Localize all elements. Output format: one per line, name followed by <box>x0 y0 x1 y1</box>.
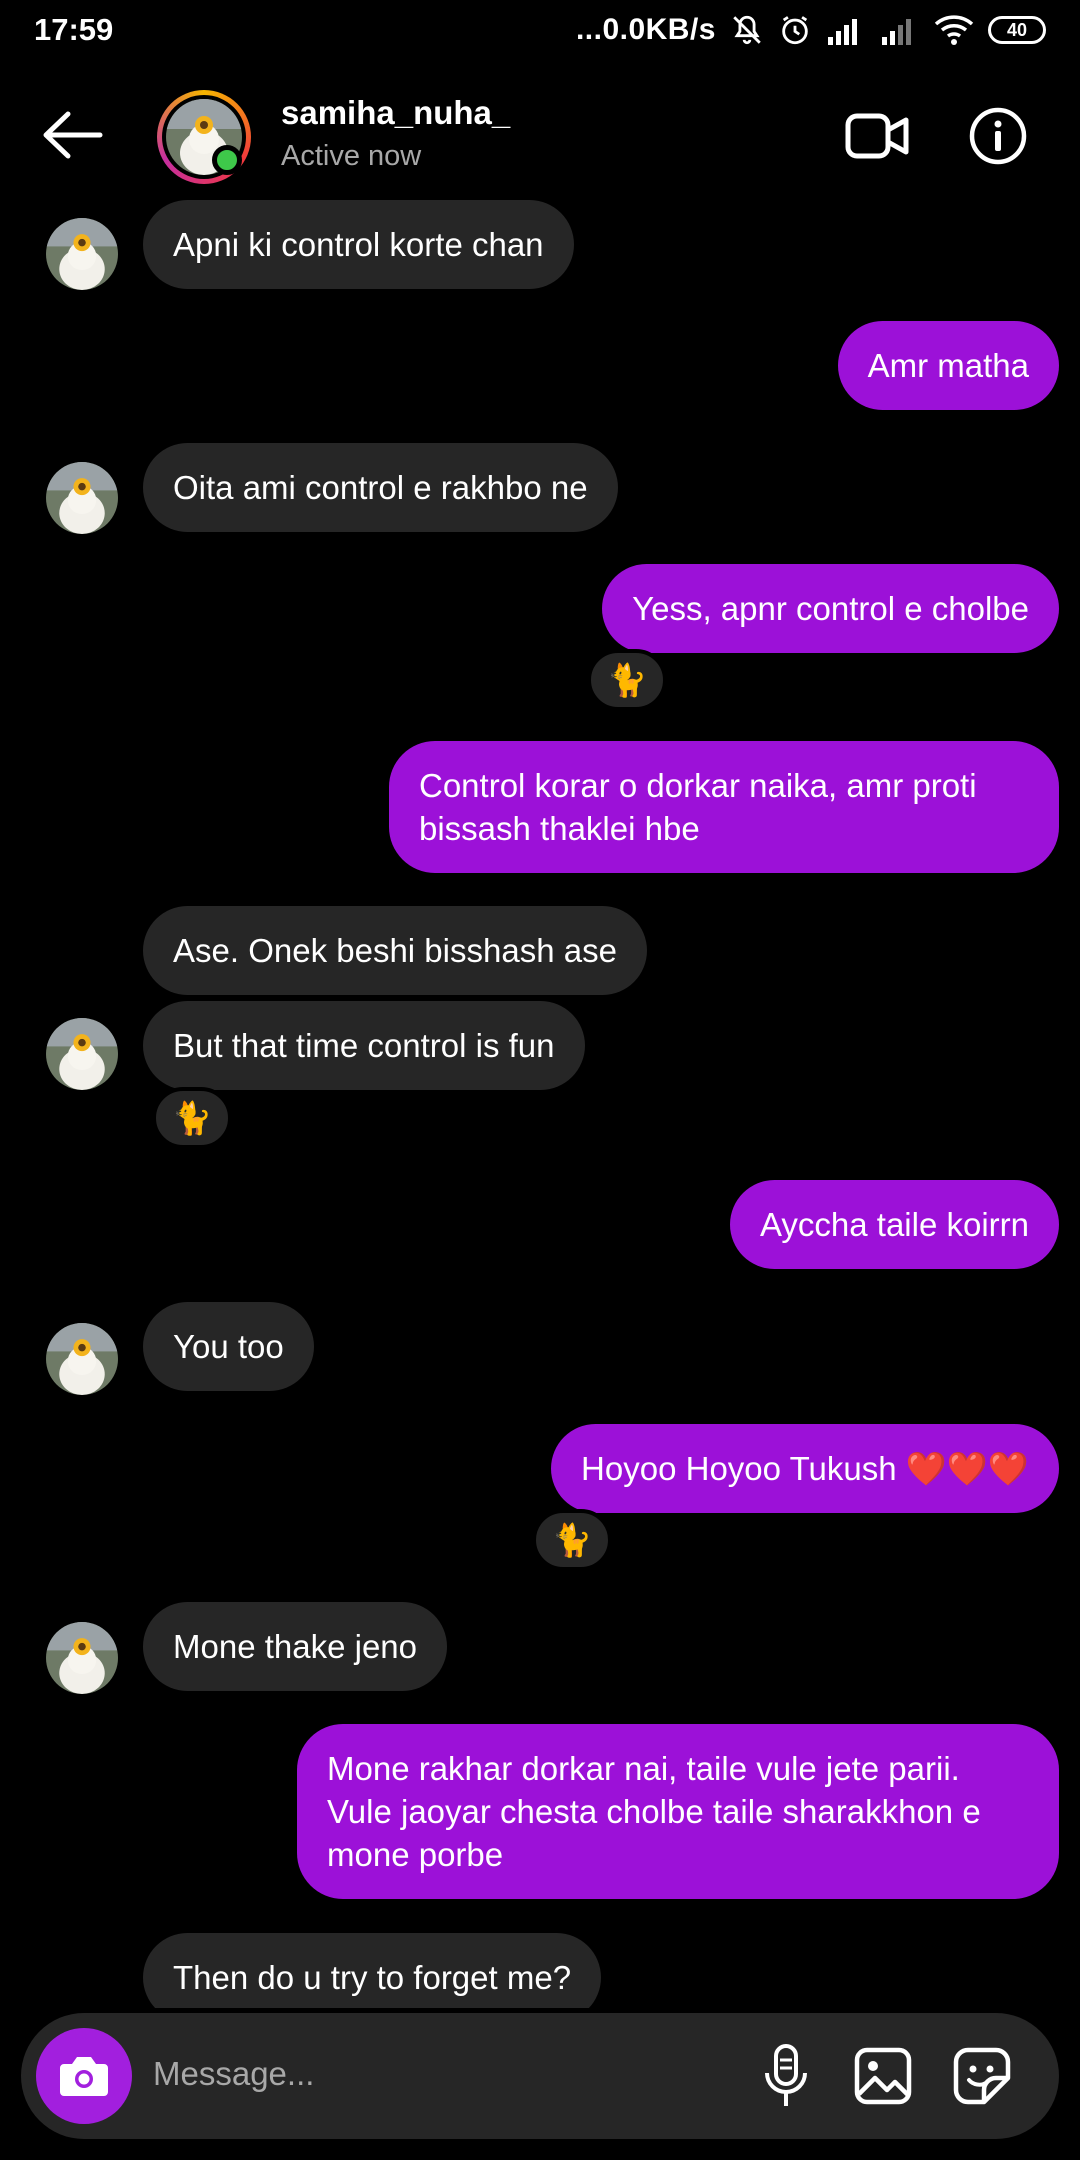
message-incoming[interactable]: But that time control is fun <box>143 1001 585 1090</box>
mute-icon <box>733 15 761 45</box>
sender-avatar[interactable] <box>46 218 118 290</box>
status-bar: 17:59 ...0.0KB/s 40 <box>0 0 1080 62</box>
active-status: Active now <box>281 140 422 172</box>
message-outgoing[interactable]: Hoyoo Hoyoo Tukush ❤️❤️❤️ <box>551 1424 1059 1513</box>
message-outgoing[interactable]: Mone rakhar dorkar nai, taile vule jete … <box>297 1724 1059 1899</box>
signal-icon <box>828 19 857 45</box>
sender-avatar[interactable] <box>46 462 118 534</box>
status-time: 17:59 <box>34 12 114 47</box>
video-call-icon[interactable] <box>845 110 909 162</box>
message-incoming[interactable]: You too <box>143 1302 314 1391</box>
message-outgoing[interactable]: Yess, apnr control e cholbe <box>602 564 1059 653</box>
sender-avatar[interactable] <box>46 1323 118 1395</box>
message-input[interactable]: Message... <box>153 2055 314 2093</box>
message-reaction[interactable]: 🐈 <box>587 649 667 711</box>
microphone-icon[interactable] <box>756 2043 816 2109</box>
gallery-icon[interactable] <box>853 2046 913 2106</box>
message-list[interactable]: Apni ki control korte chan Amr matha Oit… <box>0 200 1080 2008</box>
message-incoming[interactable]: Apni ki control korte chan <box>143 200 574 289</box>
status-icons: ...0.0KB/s 40 <box>576 10 1046 50</box>
message-outgoing[interactable]: Control korar o dorkar naika, amr proti … <box>389 741 1059 873</box>
wifi-icon <box>934 15 974 45</box>
message-incoming[interactable]: Then do u try to forget me? <box>143 1933 602 2008</box>
message-incoming[interactable]: Mone thake jeno <box>143 1602 448 1691</box>
message-incoming[interactable]: Oita ami control e rakhbo ne <box>143 443 618 532</box>
info-icon[interactable] <box>968 106 1028 166</box>
back-arrow-icon[interactable] <box>40 110 104 160</box>
online-indicator <box>212 145 242 175</box>
message-incoming[interactable]: Ase. Onek beshi bisshash ase <box>143 906 647 995</box>
chat-header: samiha_nuha_ Active now <box>0 80 1080 200</box>
message-composer: Message... <box>21 2013 1059 2139</box>
message-reaction[interactable]: 🐈 <box>532 1509 612 1571</box>
signal-icon-2 <box>882 19 911 45</box>
alarm-icon <box>782 16 808 45</box>
camera-button[interactable] <box>36 2028 132 2124</box>
chat-username[interactable]: samiha_nuha_ <box>281 94 510 132</box>
network-speed: ...0.0KB/s <box>575 13 716 46</box>
sticker-icon[interactable] <box>952 2046 1012 2106</box>
message-outgoing[interactable]: Ayccha taile koirrn <box>729 1180 1059 1269</box>
battery-indicator: 40 <box>988 16 1046 44</box>
camera-icon <box>60 2057 108 2096</box>
sender-avatar[interactable] <box>46 1018 118 1090</box>
message-reaction[interactable]: 🐈 <box>152 1087 232 1149</box>
sender-avatar[interactable] <box>46 1622 118 1694</box>
message-outgoing[interactable]: Amr matha <box>837 321 1059 410</box>
